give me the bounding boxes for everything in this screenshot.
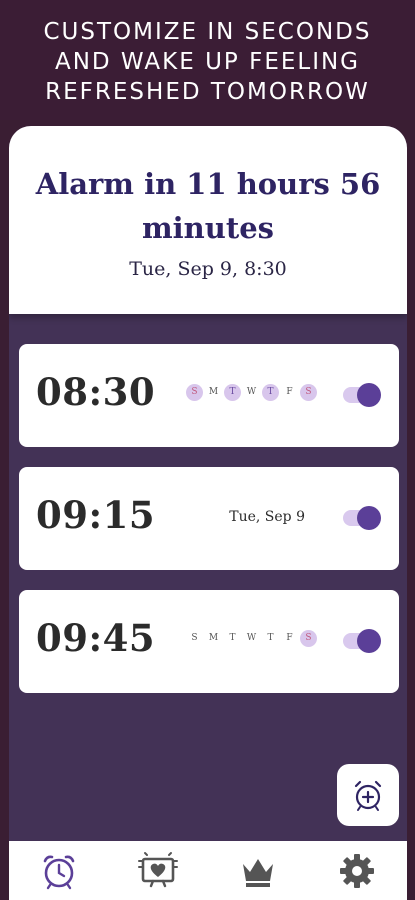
alarm-date: Tue, Sep 9 <box>229 509 305 525</box>
promo-line-2: AND WAKE UP FEELING <box>54 49 361 75</box>
alarm-toggle[interactable] <box>341 506 381 530</box>
day-sunday: S <box>186 384 203 401</box>
promo-line-1: CUSTOMIZE IN SECONDS <box>43 19 372 45</box>
day-friday: F <box>286 387 293 397</box>
next-alarm-header: Alarm in 11 hours 56 minutes Tue, Sep 9,… <box>9 126 407 314</box>
alarm-card[interactable]: 08:30 S M T W T F S <box>19 344 399 447</box>
alarm-time: 09:45 <box>36 616 156 660</box>
app-screen: Alarm in 11 hours 56 minutes Tue, Sep 9,… <box>9 126 407 900</box>
toggle-knob <box>357 506 381 530</box>
promo-text: CUSTOMIZE IN SECONDS AND WAKE UP FEELING… <box>44 17 372 107</box>
nav-sleep[interactable] <box>128 841 188 900</box>
crown-icon <box>242 858 273 887</box>
day-tuesday: T <box>224 384 241 401</box>
nav-premium[interactable] <box>228 841 288 900</box>
sleep-heart-icon <box>138 851 179 887</box>
day-thursday: T <box>262 384 279 401</box>
promo-line-3: REFRESHED TOMORROW <box>45 79 370 105</box>
day-tuesday: T <box>229 633 236 643</box>
day-wednesday: W <box>246 633 257 643</box>
next-alarm-date: Tue, Sep 9, 8:30 <box>129 258 287 280</box>
page-title: Alarm in 11 hours 56 minutes <box>35 167 381 245</box>
day-sunday: S <box>191 633 198 643</box>
day-monday: M <box>208 633 219 643</box>
gear-icon <box>340 853 375 888</box>
add-alarm-icon <box>354 780 382 811</box>
alarm-card[interactable]: 09:15 Tue, Sep 9 <box>19 467 399 570</box>
repeat-days: S M T W T F S <box>186 630 317 647</box>
alarm-clock-icon <box>43 855 75 889</box>
nav-alarm[interactable] <box>29 841 89 900</box>
toggle-knob <box>357 629 381 653</box>
toggle-knob <box>357 383 381 407</box>
day-saturday: S <box>300 384 317 401</box>
nav-settings[interactable] <box>327 841 387 900</box>
day-thursday: T <box>267 633 274 643</box>
day-wednesday: W <box>246 387 257 397</box>
day-saturday: S <box>300 630 317 647</box>
day-friday: F <box>286 633 293 643</box>
repeat-days: S M T W T F S <box>186 384 317 401</box>
alarm-time: 09:15 <box>36 493 156 537</box>
add-alarm-button[interactable] <box>337 764 399 826</box>
promo-banner: CUSTOMIZE IN SECONDS AND WAKE UP FEELING… <box>0 0 415 120</box>
bottom-nav <box>9 841 407 900</box>
alarm-toggle[interactable] <box>341 383 381 407</box>
alarm-toggle[interactable] <box>341 629 381 653</box>
alarm-card[interactable]: 09:45 S M T W T F S <box>19 590 399 693</box>
alarm-time: 08:30 <box>36 370 156 414</box>
day-monday: M <box>208 387 219 397</box>
